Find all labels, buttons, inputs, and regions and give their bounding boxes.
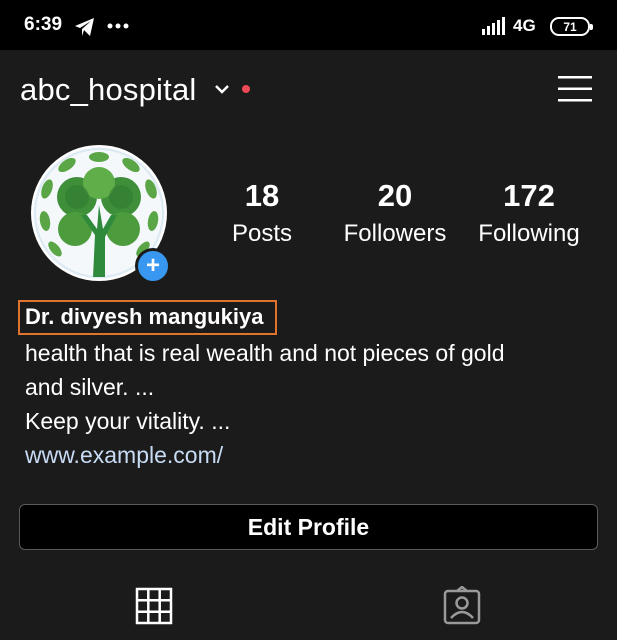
battery-icon: 71	[550, 17, 593, 36]
website-link[interactable]: www.example.com/	[25, 438, 605, 472]
profile-name: Dr. divyesh mangukiya	[18, 300, 278, 335]
status-bar: 6:39 4G 71	[0, 0, 617, 50]
username-switcher[interactable]: abc_hospital	[20, 72, 196, 108]
profile-bio: Dr. divyesh mangukiya health that is rea…	[18, 300, 605, 472]
posts-count: 18	[244, 178, 280, 213]
followers-count: 20	[377, 178, 413, 213]
profile-avatar-group[interactable]: +	[31, 145, 171, 285]
grid-icon[interactable]	[134, 586, 174, 626]
following-count: 172	[503, 178, 555, 213]
profile-header: abc_hospital	[0, 50, 617, 130]
posts-stat[interactable]: 18 Posts	[222, 178, 302, 248]
followers-stat[interactable]: 20 Followers	[336, 178, 454, 248]
signal-icon	[482, 17, 505, 35]
bio-line: Keep your vitality. ...	[25, 408, 231, 434]
plus-icon: +	[145, 252, 160, 279]
notification-dot	[242, 85, 250, 93]
following-stat[interactable]: 172 Following	[470, 178, 588, 248]
network-type: 4G	[513, 16, 536, 35]
status-time: 6:39	[24, 14, 63, 35]
tagged-person-icon[interactable]	[442, 586, 482, 626]
bio-line: health that is real wealth and not piece…	[25, 340, 505, 366]
more-dots-icon	[107, 23, 129, 29]
bio-line: and silver. ...	[25, 374, 155, 400]
edit-profile-button[interactable]: Edit Profile	[19, 504, 598, 550]
hamburger-menu-icon[interactable]	[556, 74, 594, 104]
followers-label: Followers	[343, 220, 447, 247]
profile-tab-bar	[0, 566, 617, 640]
posts-label: Posts	[231, 220, 293, 247]
add-story-button[interactable]: +	[135, 248, 171, 284]
telegram-icon	[75, 18, 94, 36]
following-label: Following	[478, 220, 580, 247]
